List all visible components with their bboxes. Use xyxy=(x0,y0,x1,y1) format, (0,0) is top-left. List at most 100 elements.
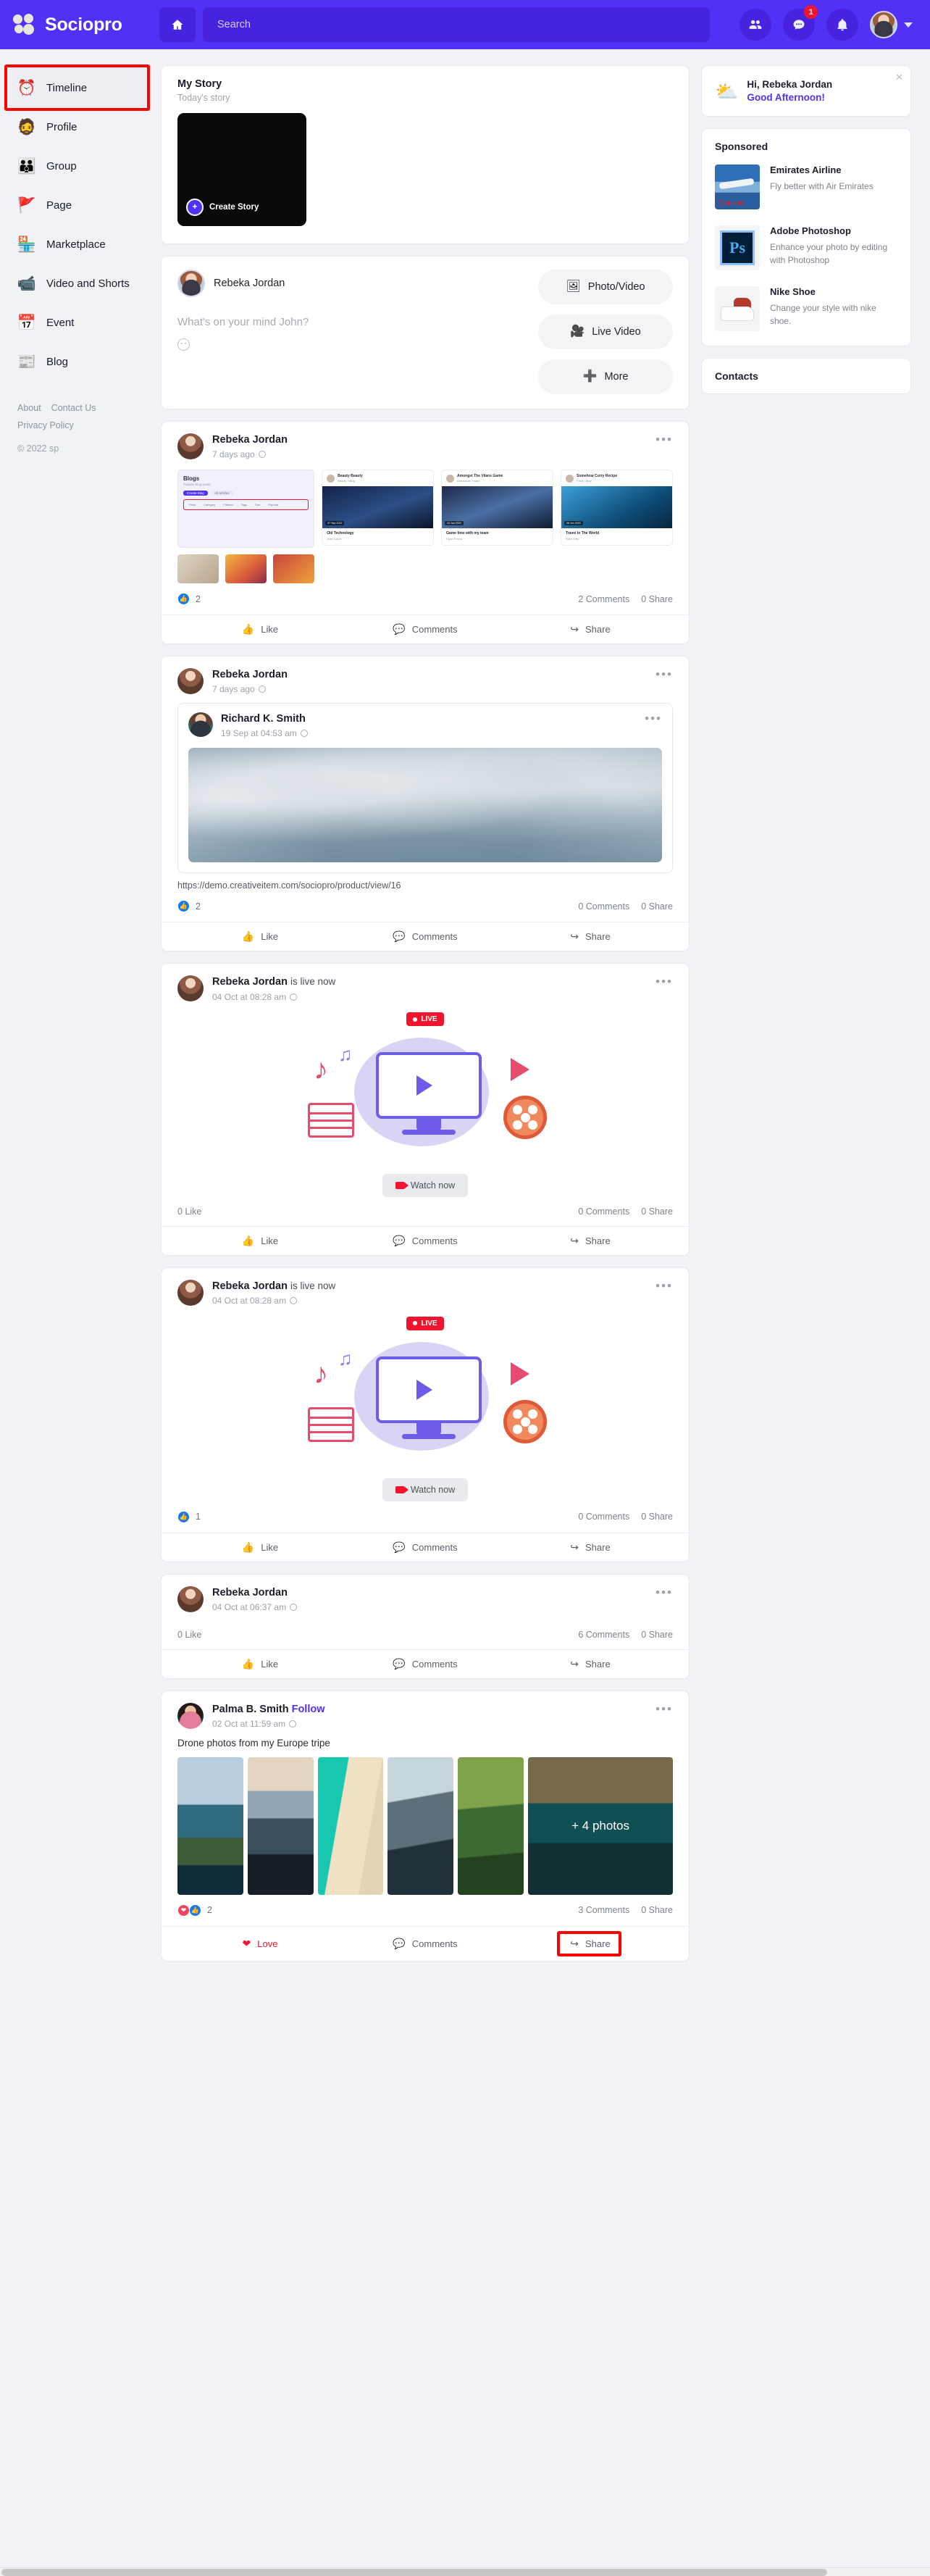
reaction-summary[interactable]: 👍 1 xyxy=(177,1510,201,1523)
like-button[interactable]: 👍 Like xyxy=(177,1658,343,1670)
friends-button[interactable] xyxy=(740,9,771,41)
comments-button[interactable]: 💬 Comments xyxy=(343,1235,508,1247)
blog-thumbnail[interactable] xyxy=(225,554,267,584)
composer-input[interactable]: What's on your mind John? xyxy=(177,316,538,328)
post-menu-button[interactable]: ••• xyxy=(655,1586,673,1598)
smiley-icon[interactable] xyxy=(177,338,190,351)
more-button[interactable]: ➕ More xyxy=(538,359,673,394)
more-photos-label[interactable]: + 4 photos xyxy=(528,1756,673,1895)
comments-button[interactable]: 💬 Comments xyxy=(343,1541,508,1554)
comments-button[interactable]: 💬 Comments xyxy=(343,623,508,635)
post-menu-button[interactable]: ••• xyxy=(655,1703,673,1715)
search-box[interactable] xyxy=(203,7,710,42)
create-story-tile[interactable]: + Create Story xyxy=(177,113,306,226)
like-button[interactable]: 👍 Like xyxy=(177,623,343,635)
post-menu-button[interactable]: ••• xyxy=(655,433,673,446)
sidebar-item-group[interactable]: 👪 Group xyxy=(7,146,149,186)
reaction-summary[interactable]: ❤ 👍 2 xyxy=(177,1904,212,1917)
shares-count[interactable]: 0 Share xyxy=(641,594,673,604)
filter-chip[interactable]: Filtered xyxy=(220,502,236,508)
sidebar-item-blog[interactable]: 📰 Blog xyxy=(7,342,149,381)
shares-count[interactable]: 0 Share xyxy=(641,901,673,912)
share-button[interactable]: ↪ Share xyxy=(508,1235,673,1247)
sponsored-ad-photoshop[interactable]: Ps Adobe Photoshop Enhance your photo by… xyxy=(702,217,910,278)
scrollbar-thumb[interactable] xyxy=(1,2569,827,2576)
sidebar-item-page[interactable]: 🚩 Page xyxy=(7,186,149,225)
sidebar-item-event[interactable]: 📅 Event xyxy=(7,303,149,342)
post-photo-more[interactable]: + 4 photos xyxy=(528,1756,673,1895)
home-button[interactable] xyxy=(159,7,196,42)
post-photo[interactable] xyxy=(317,1756,384,1895)
comments-button[interactable]: 💬 Comments xyxy=(343,1658,508,1670)
video-card-thumbnail[interactable]: 07 Sep 2022 xyxy=(322,486,434,529)
shared-post-image[interactable] xyxy=(188,748,662,863)
shares-count[interactable]: 0 Share xyxy=(641,1512,673,1522)
follow-button[interactable]: Follow xyxy=(292,1704,325,1715)
post-photo[interactable] xyxy=(177,1756,243,1895)
comments-count[interactable]: 3 Comments xyxy=(578,1905,629,1915)
post-author-name[interactable]: Rebeka Jordan xyxy=(212,976,288,988)
shared-post-author[interactable]: Richard K. Smith xyxy=(221,712,308,725)
sponsored-ad-emirates[interactable]: Emirates Airline Fly better with Air Emi… xyxy=(702,157,910,217)
blog-video-card[interactable]: Beauty Beauty Beauty / Blog 07 Sep 2022 O… xyxy=(322,470,435,546)
share-button[interactable]: ↪ Share xyxy=(508,623,673,635)
comments-button[interactable]: 💬 Comments xyxy=(343,930,508,943)
link-privacy-policy[interactable]: Privacy Policy xyxy=(17,420,74,430)
post-author-name[interactable]: Palma B. Smith xyxy=(212,1704,289,1715)
comments-count[interactable]: 2 Comments xyxy=(578,594,629,604)
watch-now-button[interactable]: Watch now xyxy=(382,1174,469,1197)
video-card-thumbnail[interactable]: 08 Jun 2022 xyxy=(561,486,672,529)
blog-thumbnail[interactable] xyxy=(273,554,315,584)
video-card-thumbnail[interactable]: 13 Jun 2022 xyxy=(442,486,553,529)
sidebar-item-marketplace[interactable]: 🏪 Marketplace xyxy=(7,225,149,264)
post-menu-button[interactable]: ••• xyxy=(655,1280,673,1292)
post-author[interactable]: Rebeka Jordan xyxy=(212,668,288,681)
post-menu-button[interactable]: ••• xyxy=(655,975,673,988)
create-story-cta[interactable]: + Create Story xyxy=(186,199,259,216)
share-button[interactable]: ↪ Share xyxy=(560,1935,620,1953)
like-button[interactable]: 👍 Like xyxy=(177,930,343,943)
blog-video-card[interactable]: Somehow Curry Recipe Food / Blog 08 Jun 2… xyxy=(561,470,673,546)
reaction-summary[interactable]: 👍 2 xyxy=(177,900,201,913)
account-menu[interactable] xyxy=(870,11,913,38)
blog-thumbnail[interactable] xyxy=(177,554,219,584)
love-button[interactable]: ❤ Love xyxy=(177,1935,343,1953)
like-button[interactable]: 👍 Like xyxy=(177,1541,343,1554)
close-icon[interactable]: ✕ xyxy=(895,72,903,83)
watch-now-button[interactable]: Watch now xyxy=(382,1477,469,1501)
comments-button[interactable]: 💬 Comments xyxy=(343,1935,508,1953)
like-button[interactable]: 👍 Like xyxy=(177,1235,343,1247)
filter-chip[interactable]: Category xyxy=(201,502,219,508)
blog-video-card[interactable]: Amongst The Vilans Game Announcer Trailer… xyxy=(441,470,554,546)
filter-chip[interactable]: Popular xyxy=(265,502,282,508)
comments-count[interactable]: 0 Comments xyxy=(578,901,629,912)
shares-count[interactable]: 0 Share xyxy=(641,1630,673,1640)
post-link-url[interactable]: https://demo.creativeitem.com/sociopro/p… xyxy=(162,873,689,891)
notifications-button[interactable] xyxy=(826,9,858,41)
reaction-summary[interactable]: 👍 2 xyxy=(177,593,201,606)
sidebar-item-video-and-shorts[interactable]: 📹 Video and Shorts xyxy=(7,264,149,303)
post-photo[interactable] xyxy=(247,1756,314,1895)
messages-button[interactable]: 1 xyxy=(783,5,818,41)
horizontal-scrollbar[interactable] xyxy=(0,2567,930,2576)
blog-preview-secondary-pill[interactable]: All articles xyxy=(211,491,233,496)
post-photo[interactable] xyxy=(388,1756,454,1895)
link-about[interactable]: About xyxy=(17,403,41,413)
share-button[interactable]: ↪ Share xyxy=(508,1658,673,1670)
shared-post-menu-button[interactable]: ••• xyxy=(645,712,662,725)
share-button[interactable]: ↪ Share xyxy=(508,1541,673,1554)
post-author[interactable]: Rebeka Jordan xyxy=(212,1586,297,1599)
post-photo[interactable] xyxy=(458,1756,524,1895)
live-video-button[interactable]: 🎥 Live Video xyxy=(538,314,673,349)
post-menu-button[interactable]: ••• xyxy=(655,668,673,680)
comments-count[interactable]: 6 Comments xyxy=(578,1630,629,1640)
blog-preview-primary-pill[interactable]: Create Blog xyxy=(183,491,208,496)
filter-chip[interactable]: Sort xyxy=(252,502,264,508)
blog-preview-panel[interactable]: Blogs Popular blog posts Create Blog All… xyxy=(177,470,315,549)
sidebar-item-profile[interactable]: 🧔 Profile xyxy=(7,107,149,146)
link-contact-us[interactable]: Contact Us xyxy=(51,403,96,413)
photo-video-button[interactable]: 🖼 Photo/Video xyxy=(538,270,673,304)
comments-count[interactable]: 0 Comments xyxy=(578,1512,629,1522)
filter-chip[interactable]: Tags xyxy=(238,502,251,508)
brand-logo-area[interactable]: Sociopro xyxy=(13,14,152,36)
